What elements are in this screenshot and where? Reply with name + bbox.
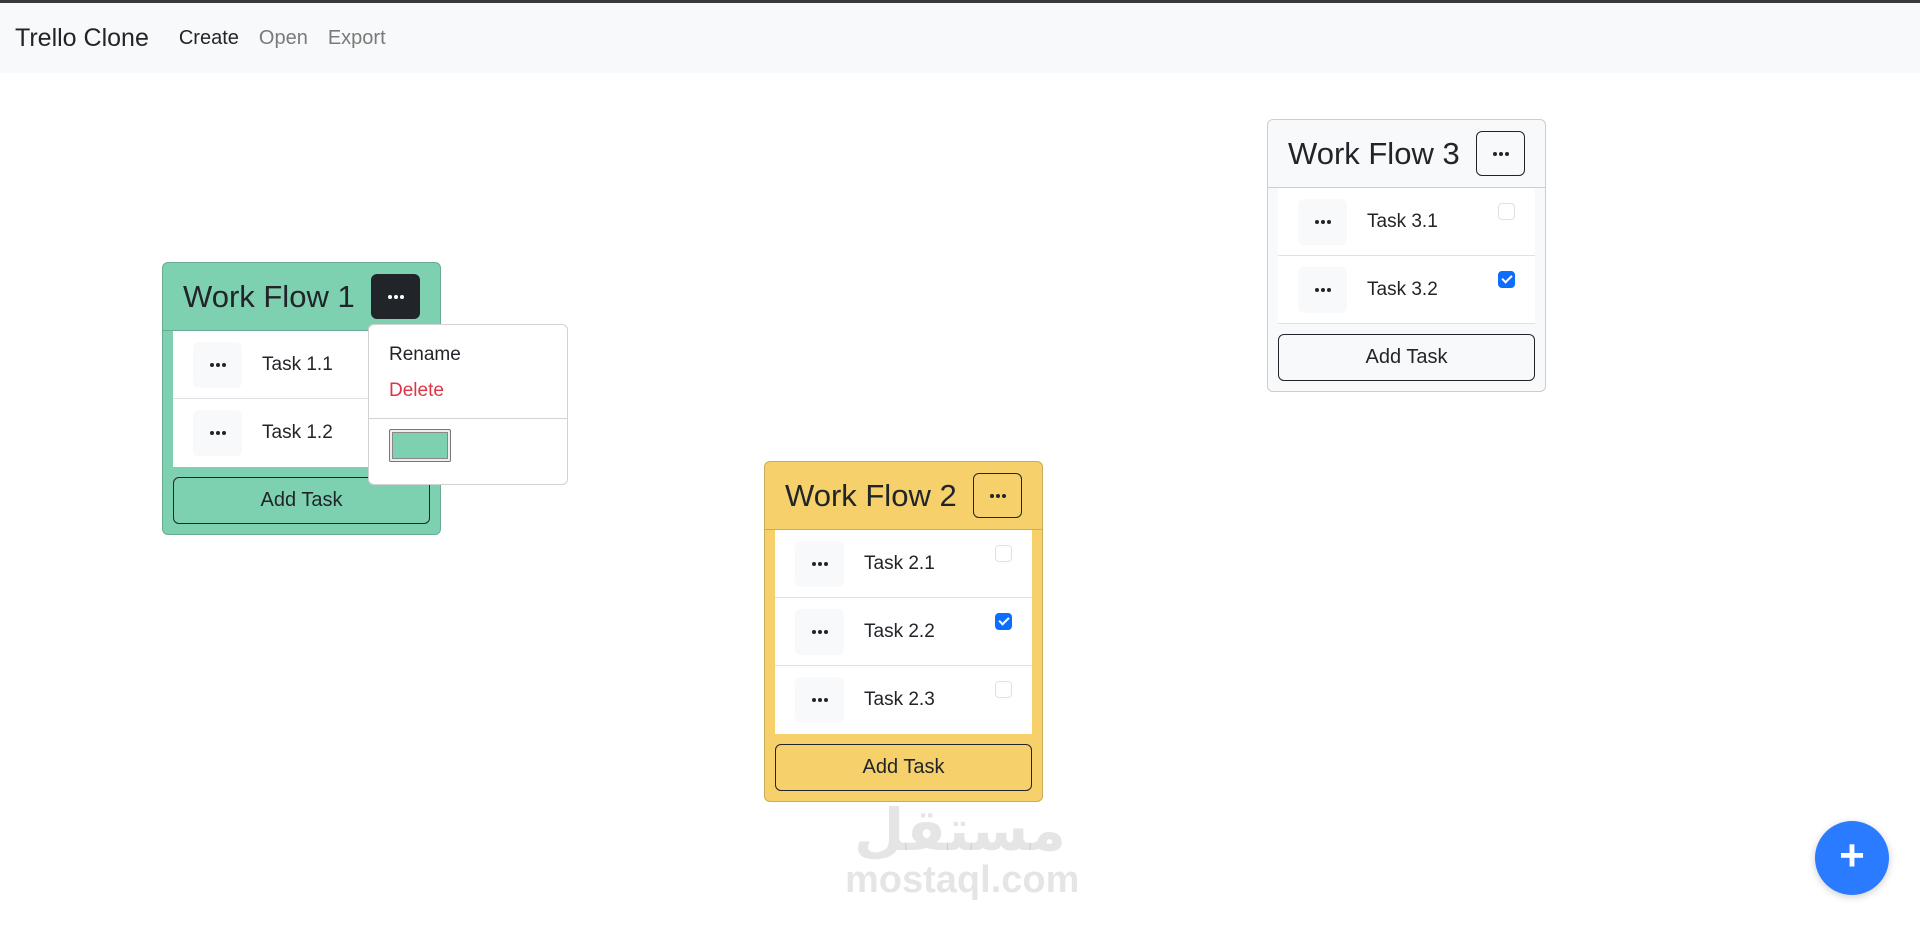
task-checkbox[interactable] bbox=[1498, 203, 1515, 220]
more-horizontal-icon bbox=[989, 493, 1006, 498]
workflow-footer: Add Task bbox=[765, 744, 1042, 802]
task-label: Task 3.1 bbox=[1367, 210, 1438, 232]
more-horizontal-icon bbox=[387, 294, 404, 299]
workflow-card-2[interactable]: Work Flow 2 Task 2.1 Task 2.2 Task 2.3 A… bbox=[764, 461, 1043, 802]
task-checkbox[interactable] bbox=[1498, 271, 1515, 288]
task-menu-button[interactable] bbox=[193, 341, 242, 388]
task-label: Task 2.2 bbox=[864, 620, 935, 642]
task-checkbox[interactable] bbox=[995, 681, 1012, 698]
task-menu-button[interactable] bbox=[1298, 266, 1347, 313]
more-horizontal-icon bbox=[1492, 151, 1509, 156]
task-label: Task 1.1 bbox=[262, 353, 333, 375]
workflow-menu-button[interactable] bbox=[973, 473, 1022, 518]
add-task-button[interactable]: Add Task bbox=[1278, 334, 1535, 381]
workflow-card-3[interactable]: Work Flow 3 Task 3.1 Task 3.2 Add Task bbox=[1267, 119, 1546, 392]
delete-menu-item[interactable]: Delete bbox=[369, 373, 567, 409]
brand-title[interactable]: Trello Clone bbox=[15, 24, 149, 53]
task-list: Task 2.1 Task 2.2 Task 2.3 bbox=[775, 530, 1032, 734]
workflow-footer: Add Task bbox=[163, 477, 440, 535]
task-list: Task 3.1 Task 3.2 bbox=[1278, 188, 1535, 324]
nav-open-link[interactable]: Open bbox=[259, 27, 308, 50]
watermark-arabic-text: مستقل bbox=[853, 796, 1067, 864]
workflow-footer: Add Task bbox=[1268, 334, 1545, 392]
color-picker-fill bbox=[392, 432, 448, 459]
more-horizontal-icon bbox=[811, 561, 828, 566]
plus-icon: + bbox=[1839, 831, 1865, 880]
nav-export-link[interactable]: Export bbox=[328, 27, 386, 50]
task-checkbox[interactable] bbox=[995, 545, 1012, 562]
workflow-title: Work Flow 1 bbox=[183, 278, 355, 314]
task-menu-button[interactable] bbox=[795, 677, 844, 723]
mostaql-watermark: مستقل mostaql.com bbox=[845, 796, 1080, 910]
more-horizontal-icon bbox=[209, 362, 226, 367]
task-item[interactable]: Task 3.1 bbox=[1278, 188, 1535, 256]
watermark-latin-text: mostaql.com bbox=[845, 859, 1080, 901]
rename-menu-item[interactable]: Rename bbox=[369, 337, 567, 373]
task-label: Task 2.3 bbox=[864, 689, 935, 710]
task-item[interactable]: Task 2.2 bbox=[775, 598, 1032, 666]
workflow-header[interactable]: Work Flow 1 bbox=[163, 263, 440, 331]
more-horizontal-icon bbox=[209, 431, 226, 435]
task-checkbox[interactable] bbox=[995, 613, 1012, 630]
navbar: Trello Clone Create Open Export bbox=[0, 3, 1920, 73]
more-horizontal-icon bbox=[1314, 219, 1331, 224]
more-horizontal-icon bbox=[811, 629, 828, 634]
task-menu-button[interactable] bbox=[1298, 198, 1347, 245]
workflow-header[interactable]: Work Flow 2 bbox=[765, 462, 1042, 530]
more-horizontal-icon bbox=[1314, 287, 1331, 292]
more-horizontal-icon bbox=[811, 698, 828, 702]
add-task-button[interactable]: Add Task bbox=[775, 744, 1032, 791]
task-menu-button[interactable] bbox=[193, 410, 242, 456]
task-label: Task 3.2 bbox=[1367, 278, 1438, 300]
workflow-menu-button[interactable] bbox=[1476, 131, 1525, 176]
add-workflow-fab[interactable]: + bbox=[1815, 821, 1889, 895]
task-item[interactable]: Task 3.2 bbox=[1278, 256, 1535, 324]
task-label: Task 2.1 bbox=[864, 552, 935, 574]
color-picker[interactable] bbox=[389, 429, 451, 462]
task-item[interactable]: Task 2.3 bbox=[775, 666, 1032, 734]
workflow-title: Work Flow 3 bbox=[1288, 135, 1460, 171]
workflow-menu-button[interactable] bbox=[371, 274, 420, 319]
menu-divider bbox=[369, 418, 567, 419]
nav-create-link[interactable]: Create bbox=[179, 27, 239, 50]
workflow-header[interactable]: Work Flow 3 bbox=[1268, 120, 1545, 188]
task-menu-button[interactable] bbox=[795, 608, 844, 655]
task-menu-button[interactable] bbox=[795, 540, 844, 587]
task-item[interactable]: Task 2.1 bbox=[775, 530, 1032, 598]
workflow-dropdown-menu: Rename Delete bbox=[368, 324, 568, 485]
workflow-title: Work Flow 2 bbox=[785, 477, 957, 513]
task-label: Task 1.2 bbox=[262, 422, 333, 443]
